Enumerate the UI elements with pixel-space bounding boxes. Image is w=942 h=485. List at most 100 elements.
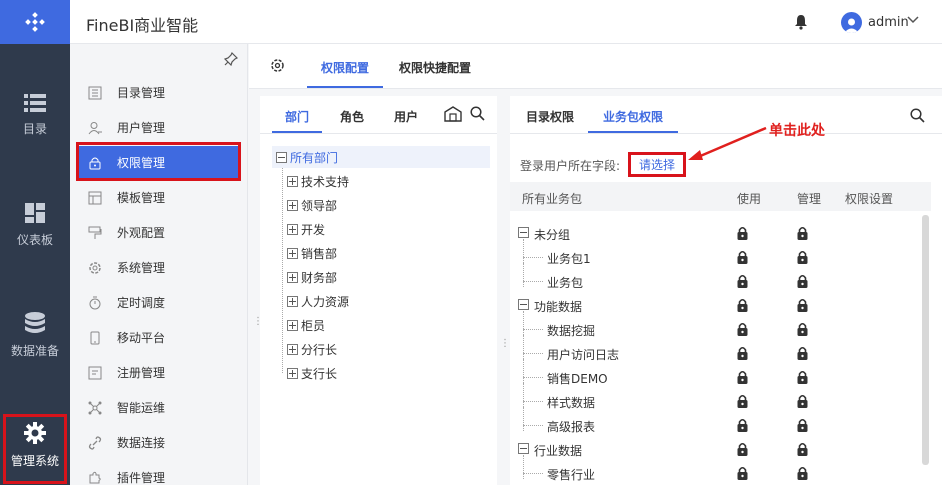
manage-lock-icon[interactable]: [797, 298, 808, 315]
tree-node-department[interactable]: 开发: [287, 218, 325, 240]
field-select-button[interactable]: 请选择: [628, 152, 686, 177]
sidebar-item-catalog[interactable]: 目录管理: [78, 76, 238, 109]
search-icon[interactable]: [910, 108, 925, 123]
tab-catalog-permission[interactable]: 目录权限: [526, 108, 574, 125]
sidebar-item-label: 用户管理: [117, 121, 166, 135]
expand-icon[interactable]: [287, 199, 298, 211]
table-row[interactable]: 样式数据: [510, 383, 931, 413]
tree-node-department[interactable]: 支行长: [287, 362, 337, 384]
tree-guide-line: [523, 383, 524, 407]
table-row[interactable]: 行业数据: [510, 437, 931, 461]
chevron-down-icon[interactable]: [907, 16, 919, 24]
collapse-icon[interactable]: [276, 151, 287, 163]
tree-node-department[interactable]: 财务部: [287, 266, 337, 288]
table-row[interactable]: 销售DEMO: [510, 359, 931, 389]
avatar[interactable]: [841, 12, 862, 33]
manage-lock-icon[interactable]: [797, 274, 808, 291]
expand-icon[interactable]: [287, 223, 298, 235]
sidebar-item-appearance[interactable]: 外观配置: [78, 216, 238, 249]
table-row[interactable]: 零售行业: [510, 455, 931, 485]
tree-node-department[interactable]: 销售部: [287, 242, 337, 264]
manage-lock-icon[interactable]: [797, 394, 808, 411]
use-lock-icon[interactable]: [737, 274, 748, 291]
use-lock-icon[interactable]: [737, 226, 748, 243]
manage-lock-icon[interactable]: [797, 250, 808, 267]
brush-icon: [88, 226, 102, 239]
tree-guide-line: [523, 407, 524, 431]
rail-item-catalog[interactable]: 目录: [0, 80, 70, 150]
tab-user[interactable]: 用户: [394, 108, 418, 125]
tree-node-department[interactable]: 人力资源: [287, 290, 349, 312]
table-row[interactable]: 高级报表: [510, 407, 931, 437]
username[interactable]: admin: [868, 15, 909, 30]
tab-role[interactable]: 角色: [340, 108, 364, 125]
tab-permission-quick-config[interactable]: 权限快捷配置: [399, 59, 471, 76]
expand-icon[interactable]: [287, 367, 298, 379]
manage-lock-icon[interactable]: [797, 322, 808, 339]
search-icon[interactable]: [470, 106, 485, 121]
use-lock-icon[interactable]: [737, 250, 748, 267]
collapse-icon[interactable]: [518, 443, 529, 454]
collapse-icon[interactable]: [518, 227, 529, 238]
table-row[interactable]: 业务包1: [510, 239, 931, 269]
scrollbar[interactable]: [922, 215, 929, 465]
collapse-icon[interactable]: [518, 299, 529, 310]
tab-permission-config[interactable]: 权限配置: [321, 59, 369, 76]
sidebar-item-ops[interactable]: 智能运维: [78, 391, 238, 424]
bell-icon[interactable]: [794, 14, 808, 30]
app-title: FineBI商业智能: [86, 16, 199, 35]
use-lock-icon[interactable]: [737, 370, 748, 387]
expand-icon[interactable]: [287, 247, 298, 259]
sidebar-item-registration[interactable]: 注册管理: [78, 356, 238, 389]
tree-node-department[interactable]: 技术支持: [287, 170, 349, 192]
sidebar-item-mobile[interactable]: 移动平台: [78, 321, 238, 354]
settings-icon[interactable]: [270, 58, 285, 73]
expand-icon[interactable]: [287, 271, 298, 283]
template-icon: [88, 191, 102, 204]
expand-icon[interactable]: [287, 175, 298, 187]
mobile-icon: [90, 331, 100, 344]
tree-node-department[interactable]: 领导部: [287, 194, 337, 216]
tree-node-department[interactable]: 柜员: [287, 314, 325, 336]
tree-root-all-departments[interactable]: 所有部门: [272, 146, 490, 168]
use-lock-icon[interactable]: [737, 418, 748, 435]
rail-item-data-prep[interactable]: 数据准备: [0, 300, 70, 370]
package-label: 销售DEMO: [547, 372, 608, 386]
tree-node-department[interactable]: 分行长: [287, 338, 337, 360]
use-lock-icon[interactable]: [737, 466, 748, 483]
table-row[interactable]: 用户访问日志: [510, 335, 931, 365]
use-lock-icon[interactable]: [737, 346, 748, 363]
sidebar-item-templates[interactable]: 模板管理: [78, 181, 238, 214]
table-row[interactable]: 功能数据: [510, 293, 931, 317]
expand-icon[interactable]: [287, 343, 298, 355]
sidebar-item-label: 外观配置: [117, 226, 166, 240]
manage-lock-icon[interactable]: [797, 226, 808, 243]
sidebar-item-plugins[interactable]: 插件管理: [78, 461, 238, 485]
table-row[interactable]: 未分组: [510, 221, 931, 245]
use-lock-icon[interactable]: [737, 322, 748, 339]
package-label: 用户访问日志: [547, 348, 620, 362]
manage-lock-icon[interactable]: [797, 466, 808, 483]
expand-icon[interactable]: [287, 319, 298, 331]
manage-lock-icon[interactable]: [797, 442, 808, 459]
sidebar-item-users[interactable]: 用户管理: [78, 111, 238, 144]
table-row[interactable]: 业务包: [510, 263, 931, 293]
use-lock-icon[interactable]: [737, 298, 748, 315]
use-lock-icon[interactable]: [737, 394, 748, 411]
sidebar-item-data-connection[interactable]: 数据连接: [78, 426, 238, 459]
table-row[interactable]: 数据挖掘: [510, 311, 931, 341]
manage-lock-icon[interactable]: [797, 346, 808, 363]
tab-package-permission[interactable]: 业务包权限: [603, 108, 663, 125]
app-logo[interactable]: [0, 0, 70, 44]
rail-item-dashboard[interactable]: 仪表板: [0, 190, 70, 260]
manage-lock-icon[interactable]: [797, 418, 808, 435]
pin-icon[interactable]: [224, 52, 238, 66]
panel-resize-handle[interactable]: ⋮: [500, 338, 510, 349]
expand-icon[interactable]: [287, 295, 298, 307]
use-lock-icon[interactable]: [737, 442, 748, 459]
tab-department[interactable]: 部门: [285, 108, 309, 125]
org-structure-icon[interactable]: [444, 106, 462, 122]
sidebar-item-system[interactable]: 系统管理: [78, 251, 238, 284]
sidebar-item-schedule[interactable]: 定时调度: [78, 286, 238, 319]
manage-lock-icon[interactable]: [797, 370, 808, 387]
